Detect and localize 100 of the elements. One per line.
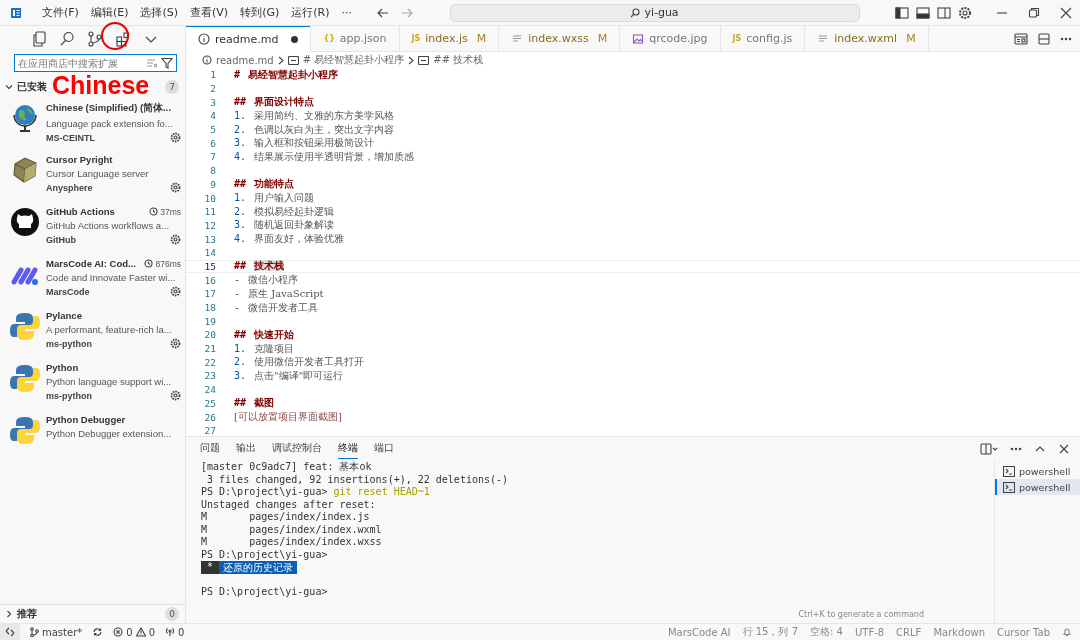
- menu-item[interactable]: 查看(V): [184, 3, 235, 22]
- error-icon: [113, 627, 124, 637]
- status-item[interactable]: MarsCode AI: [667, 626, 731, 638]
- line-number: 12: [203, 219, 216, 231]
- extension-search-field[interactable]: 在应用商店中搜索扩展: [14, 54, 177, 72]
- menu-item[interactable]: 文件(F): [36, 3, 85, 22]
- symbol-icon: [287, 55, 299, 65]
- status-item[interactable]: 行 15，列 7: [742, 625, 799, 639]
- status-item[interactable]: Markdown: [933, 626, 985, 638]
- settings-icon[interactable]: [958, 5, 972, 20]
- extension-item[interactable]: Pylance A performant, feature-rich la... ms-python: [0, 304, 185, 356]
- menu-item[interactable]: 运行(R): [285, 3, 336, 22]
- terminal-icon: [1003, 481, 1015, 493]
- line-number: 10: [203, 192, 216, 204]
- line-number: 26: [203, 411, 216, 423]
- code-line: ## 界面设计特点: [234, 95, 315, 110]
- editor-tab[interactable]: index.wxss M: [499, 26, 621, 51]
- search-icon[interactable]: [60, 30, 74, 47]
- terminal-line: PS D:\project\yi-gua>: [201, 586, 328, 597]
- sidebar-toggle-icon[interactable]: [895, 6, 909, 19]
- settings-icon[interactable]: [170, 286, 181, 297]
- more-menu[interactable]: ···: [335, 4, 358, 21]
- lines-icon: [817, 32, 830, 45]
- extension-item[interactable]: Python Debugger Python Debugger extension...: [0, 408, 185, 460]
- back-arrow-icon[interactable]: [376, 6, 390, 19]
- settings-icon[interactable]: [170, 182, 181, 193]
- status-item[interactable]: 空格: 4: [810, 625, 843, 639]
- warning-count: 0: [148, 626, 155, 638]
- breadcrumb-item[interactable]: ## 技术栈: [433, 53, 484, 67]
- editor-tab[interactable]: JS config.js: [720, 26, 806, 51]
- menu-item[interactable]: 转到(G): [234, 3, 286, 22]
- panel-tab[interactable]: 调试控制台: [272, 439, 322, 459]
- menu-item[interactable]: 选择(S): [134, 3, 185, 22]
- panel-tab[interactable]: 终端: [338, 439, 358, 459]
- settings-icon[interactable]: [170, 390, 181, 401]
- chevron-icon: [4, 82, 14, 92]
- extension-description: Language pack extension fo...: [46, 118, 173, 129]
- extension-item[interactable]: MarsCode AI: Cod... 876ms Code and Innovate Faster wi... MarsCode: [0, 252, 185, 304]
- settings-icon[interactable]: [170, 338, 181, 349]
- menu-item[interactable]: 编辑(E): [84, 3, 135, 22]
- split-layout-icon[interactable]: [937, 6, 951, 19]
- extension-item[interactable]: Python Python language support wi... ms-python: [0, 356, 185, 408]
- breadcrumb-item[interactable]: readme.md: [216, 54, 274, 66]
- chevron-icon: [4, 609, 14, 619]
- remote-button[interactable]: [0, 624, 20, 640]
- breadcrumb-item[interactable]: # 易经智慧起卦小程序: [302, 53, 405, 67]
- line-number: 14: [203, 247, 216, 259]
- preview-icon[interactable]: [1014, 32, 1028, 45]
- panel-tab[interactable]: 输出: [236, 439, 256, 459]
- extension-publisher: MarsCode: [46, 286, 90, 297]
- clock-icon: [144, 259, 154, 268]
- terminal-instance[interactable]: powershell: [995, 479, 1080, 495]
- branch-icon: [30, 627, 39, 637]
- antenna-icon: [165, 627, 175, 637]
- command-search-field[interactable]: yi-gua: [449, 3, 860, 22]
- settings-icon[interactable]: [170, 132, 181, 143]
- file-type-icon: JS: [732, 34, 742, 43]
- line-number: 20: [203, 329, 216, 341]
- panel-toggle-icon[interactable]: [916, 6, 930, 19]
- source-control-icon[interactable]: [88, 30, 102, 47]
- line-number: 7: [209, 151, 216, 163]
- editor-tab[interactable]: readme.md: [186, 26, 312, 52]
- section-toggle[interactable]: 已安装: [4, 80, 47, 94]
- panel-tab[interactable]: 端口: [374, 439, 394, 459]
- terminal-instance[interactable]: powershell: [995, 463, 1080, 479]
- settings-icon[interactable]: [170, 234, 181, 245]
- code-line: 3. 输入框和按钮采用极简设计: [234, 136, 375, 151]
- editor-tab[interactable]: JS index.js M: [399, 26, 500, 51]
- status-item[interactable]: Cursor Tab: [997, 626, 1050, 638]
- split-terminal-icon[interactable]: [980, 443, 998, 455]
- file-type-icon: JS: [411, 34, 421, 43]
- split-editor-icon[interactable]: [1038, 32, 1050, 45]
- extension-name: Cursor Pyright: [46, 154, 113, 165]
- code-line: 3. 随机返回卦象解读: [234, 218, 335, 233]
- extension-item[interactable]: GitHub Actions 37ms GitHub Actions workflows a... GitHub: [0, 200, 185, 252]
- chevron-icon: [277, 55, 284, 65]
- line-number: 17: [203, 288, 216, 300]
- app-logo-icon: [10, 6, 22, 19]
- branch-status[interactable]: master*: [30, 626, 83, 638]
- close-icon[interactable]: [1060, 6, 1072, 19]
- editor-tab[interactable]: index.wxml M: [805, 26, 929, 51]
- panel-tab[interactable]: 问题: [200, 439, 220, 459]
- editor-tab[interactable]: qrcode.jpg: [620, 26, 721, 51]
- extension-item[interactable]: Cursor Pyright Cursor Language server Anysphere: [0, 148, 185, 200]
- problems-status[interactable]: 0 0: [113, 626, 155, 638]
- section-toggle[interactable]: 推荐: [4, 607, 37, 621]
- extension-name: MarsCode AI: Cod...: [46, 258, 136, 269]
- restore-icon[interactable]: [1028, 6, 1040, 19]
- files-icon[interactable]: [32, 30, 46, 47]
- editor-tab[interactable]: {} app.json: [311, 26, 400, 51]
- bell-icon[interactable]: [1062, 627, 1072, 637]
- extension-item[interactable]: Chinese (Simplified) (简体... Language pack extension fo... MS-CEINTL: [0, 96, 185, 148]
- close-icon[interactable]: [1058, 443, 1070, 455]
- sync-icon[interactable]: [92, 627, 104, 637]
- terminal-line: PS D:\project\yi-gua>: [201, 548, 328, 560]
- line-number: 25: [203, 397, 216, 409]
- ports-status[interactable]: 0: [165, 626, 185, 638]
- extensions-icon[interactable]: [116, 30, 130, 47]
- python-icon: [10, 414, 40, 446]
- lines-icon: [511, 32, 524, 45]
